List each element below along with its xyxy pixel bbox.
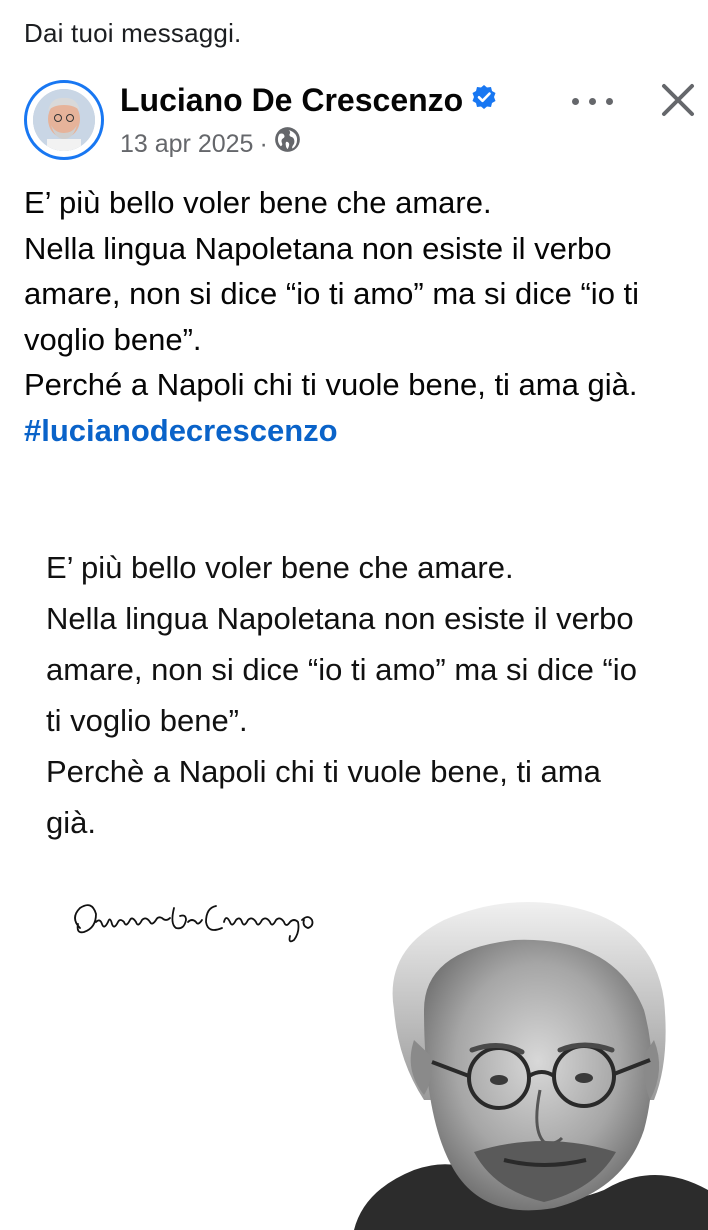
post-text-line: E’ più bello voler bene che amare. xyxy=(24,185,492,220)
author-name-row: Luciano De Crescenzo xyxy=(120,82,497,119)
image-quote-line: Nella lingua Napoletana non esiste il ve… xyxy=(46,601,637,738)
more-options-button[interactable] xyxy=(570,86,616,116)
post-text-line: Nella lingua Napoletana non esiste il ve… xyxy=(24,230,640,357)
image-quote: E’ più bello voler bene che amare. Nella… xyxy=(46,542,656,848)
more-options-dot xyxy=(589,98,596,105)
close-icon xyxy=(662,84,694,116)
avatar-photo xyxy=(33,89,95,151)
more-options-icon xyxy=(572,98,579,105)
post-meta: 13 apr 2025 · xyxy=(120,127,301,160)
image-quote-line: E’ più bello voler bene che amare. xyxy=(46,550,514,585)
close-button[interactable] xyxy=(658,80,698,120)
post-image[interactable]: E’ più bello voler bene che amare. Nella… xyxy=(0,520,708,1230)
section-label: Dai tuoi messaggi. xyxy=(24,18,242,48)
avatar[interactable] xyxy=(24,80,104,160)
hashtag-link[interactable]: #lucianodecrescenzo xyxy=(24,413,338,448)
author-name[interactable]: Luciano De Crescenzo xyxy=(120,82,463,118)
post-header: Luciano De Crescenzo 13 apr 2025 · xyxy=(24,80,694,162)
post-text-line: Perché a Napoli chi ti vuole bene, ti am… xyxy=(24,367,638,402)
meta-separator: · xyxy=(259,130,268,158)
globe-icon xyxy=(274,126,301,160)
signature xyxy=(74,904,314,943)
post-date[interactable]: 13 apr 2025 xyxy=(120,130,253,158)
post-text: E’ più bello voler bene che amare. Nella… xyxy=(24,180,694,453)
portrait-photo xyxy=(354,890,708,1230)
verified-badge-icon xyxy=(471,81,497,118)
more-options-dot xyxy=(606,98,613,105)
image-quote-line: Perchè a Napoli chi ti vuole bene, ti am… xyxy=(46,754,601,840)
